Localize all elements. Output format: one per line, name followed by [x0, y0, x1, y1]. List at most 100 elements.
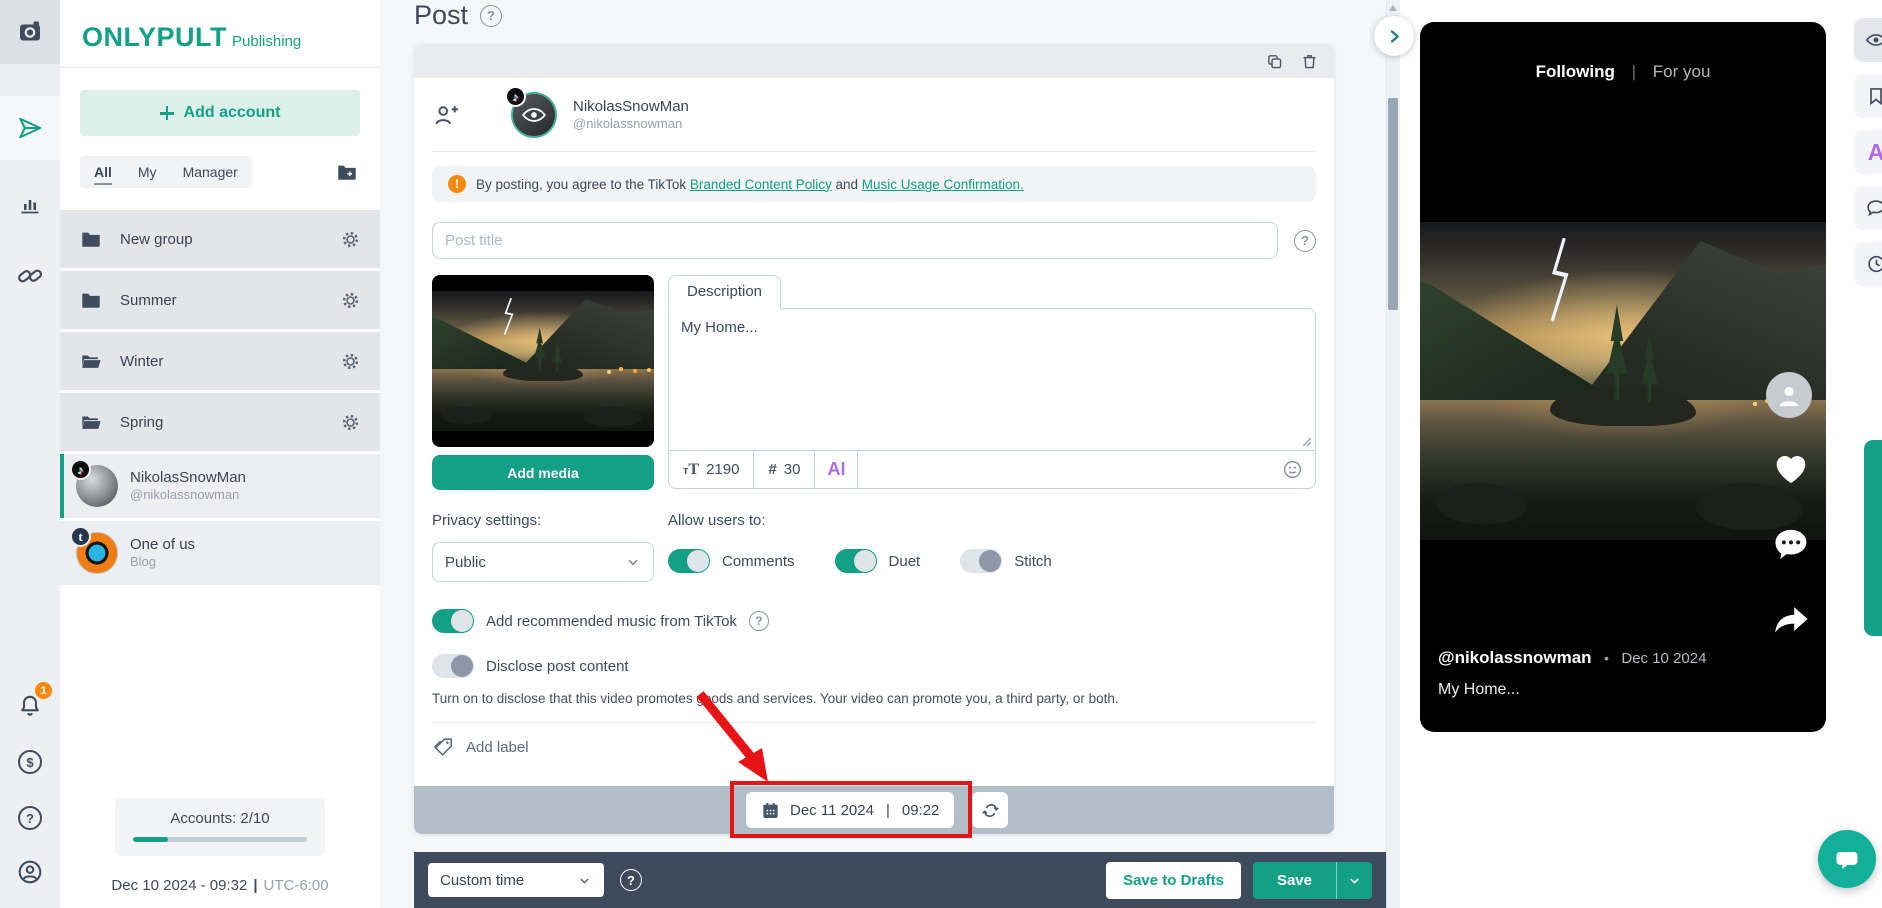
- media-thumbnail[interactable]: [432, 275, 654, 447]
- save-button[interactable]: Save: [1253, 862, 1336, 899]
- preview-video: [1420, 222, 1826, 540]
- description-column: Description My Home... тT 2190: [668, 275, 1316, 489]
- save-to-drafts-button[interactable]: Save to Drafts: [1106, 862, 1241, 899]
- comments-panel-button[interactable]: [1854, 186, 1882, 230]
- avatar: t: [76, 532, 118, 574]
- title-help-icon[interactable]: ?: [1294, 230, 1316, 252]
- group-settings-gear[interactable]: [341, 230, 360, 249]
- post-title-input[interactable]: Post title: [432, 222, 1278, 259]
- nav-publishing[interactable]: [0, 96, 60, 160]
- tab-my[interactable]: My: [138, 164, 157, 180]
- tab-following[interactable]: Following: [1536, 62, 1615, 81]
- add-label-button[interactable]: Add label: [432, 723, 1316, 771]
- sidebar-account-one-of-us[interactable]: t One of us Blog: [60, 521, 380, 585]
- tab-all[interactable]: All: [94, 164, 112, 185]
- music-help-icon[interactable]: ?: [749, 611, 769, 631]
- toggle-disclose-content[interactable]: [432, 654, 474, 678]
- time-help-icon[interactable]: ?: [620, 869, 642, 891]
- timezone: UTC-6:00: [264, 877, 329, 894]
- bookmark-button[interactable]: [1854, 74, 1882, 118]
- branded-content-policy-link[interactable]: Branded Content Policy: [690, 177, 832, 192]
- nav-analytics[interactable]: [0, 172, 60, 236]
- toolbar-spacer: [858, 451, 1282, 488]
- tab-for-you[interactable]: For you: [1653, 62, 1711, 81]
- group-settings-gear[interactable]: [341, 413, 360, 432]
- char-counter: тT 2190: [669, 451, 754, 488]
- nav-links[interactable]: [0, 244, 60, 308]
- time-mode-select[interactable]: Custom time: [428, 863, 604, 897]
- tab-description[interactable]: Description: [668, 275, 781, 309]
- current-datetime: Dec 10 2024 - 09:32|UTC-6:00: [60, 877, 380, 894]
- duplicate-post-button[interactable]: [1266, 53, 1283, 70]
- schedule-datetime-button[interactable]: Dec 11 2024 | 09:22: [746, 792, 954, 828]
- resize-handle-icon[interactable]: [1302, 437, 1312, 447]
- nav-billing[interactable]: $: [0, 730, 60, 794]
- logo: ONLYPULTPublishing: [60, 0, 380, 68]
- preview-avatar[interactable]: [1766, 372, 1812, 418]
- page-title: Post: [414, 0, 468, 31]
- preview-toggle-button[interactable]: [1854, 18, 1882, 62]
- ai-tools-button[interactable]: A: [1854, 130, 1882, 174]
- copy-icon: [1266, 53, 1283, 70]
- main-content: Post ? ♪ NikolasSnowMan @nikolassnowman: [380, 0, 1386, 908]
- scrollbar-up-arrow[interactable]: [1389, 5, 1397, 11]
- bookmark-icon: [1866, 86, 1882, 106]
- support-chat-button[interactable]: [1818, 830, 1876, 888]
- emoji-picker-button[interactable]: [1282, 459, 1303, 480]
- group-row-winter[interactable]: Winter: [60, 332, 380, 390]
- toggle-duet[interactable]: [835, 549, 877, 573]
- scrollbar-thumb[interactable]: [1388, 98, 1398, 310]
- repeat-post-button[interactable]: [972, 792, 1008, 828]
- collapse-preview-button[interactable]: [1374, 16, 1414, 56]
- comments-button[interactable]: [1770, 524, 1812, 564]
- delete-post-button[interactable]: [1301, 53, 1318, 70]
- account-name: One of us: [130, 536, 195, 555]
- speech-bubble-icon: [1865, 197, 1882, 219]
- sidebar-account-nikolassnowman[interactable]: ♪ NikolasSnowMan @nikolassnowman: [60, 454, 380, 518]
- disclose-toggle-row: Disclose post content: [432, 654, 1316, 678]
- person-icon: [1775, 381, 1803, 409]
- disclose-hint: Turn on to disclose that this video prom…: [432, 691, 1316, 706]
- toggle-stitch[interactable]: [960, 549, 1002, 573]
- add-group-button[interactable]: [336, 161, 358, 183]
- save-options-button[interactable]: [1336, 862, 1372, 899]
- link-icon: [17, 263, 43, 289]
- group-row-summer[interactable]: Summer: [60, 271, 380, 329]
- dollar-icon: $: [18, 750, 42, 774]
- tab-manager[interactable]: Manager: [183, 164, 238, 180]
- add-label-text: Add label: [466, 739, 529, 756]
- group-row-new-group[interactable]: New group: [60, 210, 380, 268]
- description-textarea[interactable]: My Home...: [669, 309, 1315, 450]
- accounts-usage: Accounts: 2/10: [115, 798, 325, 856]
- nav-notifications[interactable]: 1: [0, 674, 60, 738]
- like-button[interactable]: [1770, 448, 1812, 488]
- ai-assistant-button[interactable]: AI: [815, 451, 858, 488]
- toggle-recommended-music[interactable]: [432, 609, 474, 633]
- music-usage-link[interactable]: Music Usage Confirmation.: [862, 177, 1024, 192]
- post-account-avatar[interactable]: ♪: [511, 92, 557, 138]
- brand-suffix: Publishing: [232, 33, 301, 50]
- history-button[interactable]: [1854, 242, 1882, 286]
- chevron-down-icon: [1347, 873, 1362, 888]
- allow-column: Allow users to: Comments Duet Stitch: [668, 512, 1316, 582]
- help-icon[interactable]: ?: [480, 5, 502, 27]
- policy-notice: ! By posting, you agree to the TikTok Br…: [432, 166, 1316, 202]
- add-account-button[interactable]: Add account: [80, 90, 360, 136]
- nav-camera[interactable]: [0, 0, 60, 64]
- group-settings-gear[interactable]: [341, 291, 360, 310]
- nav-profile[interactable]: [0, 840, 60, 904]
- folder-closed-icon: [80, 228, 102, 250]
- toggle-duet-label: Duet: [889, 553, 921, 570]
- toggle-comments[interactable]: [668, 549, 710, 573]
- hashtag-icon: #: [768, 461, 776, 478]
- add-account-to-post-button[interactable]: [432, 102, 459, 129]
- side-panel-handle[interactable]: [1864, 440, 1882, 636]
- share-button[interactable]: [1770, 600, 1812, 638]
- privacy-select[interactable]: Public: [432, 542, 654, 582]
- post-card-body: ♪ NikolasSnowMan @nikolassnowman ! By po…: [414, 78, 1334, 771]
- eye-icon: [1865, 29, 1882, 51]
- share-icon: [1770, 600, 1812, 638]
- group-settings-gear[interactable]: [341, 352, 360, 371]
- group-row-spring[interactable]: Spring: [60, 393, 380, 451]
- add-media-button[interactable]: Add media: [432, 455, 654, 490]
